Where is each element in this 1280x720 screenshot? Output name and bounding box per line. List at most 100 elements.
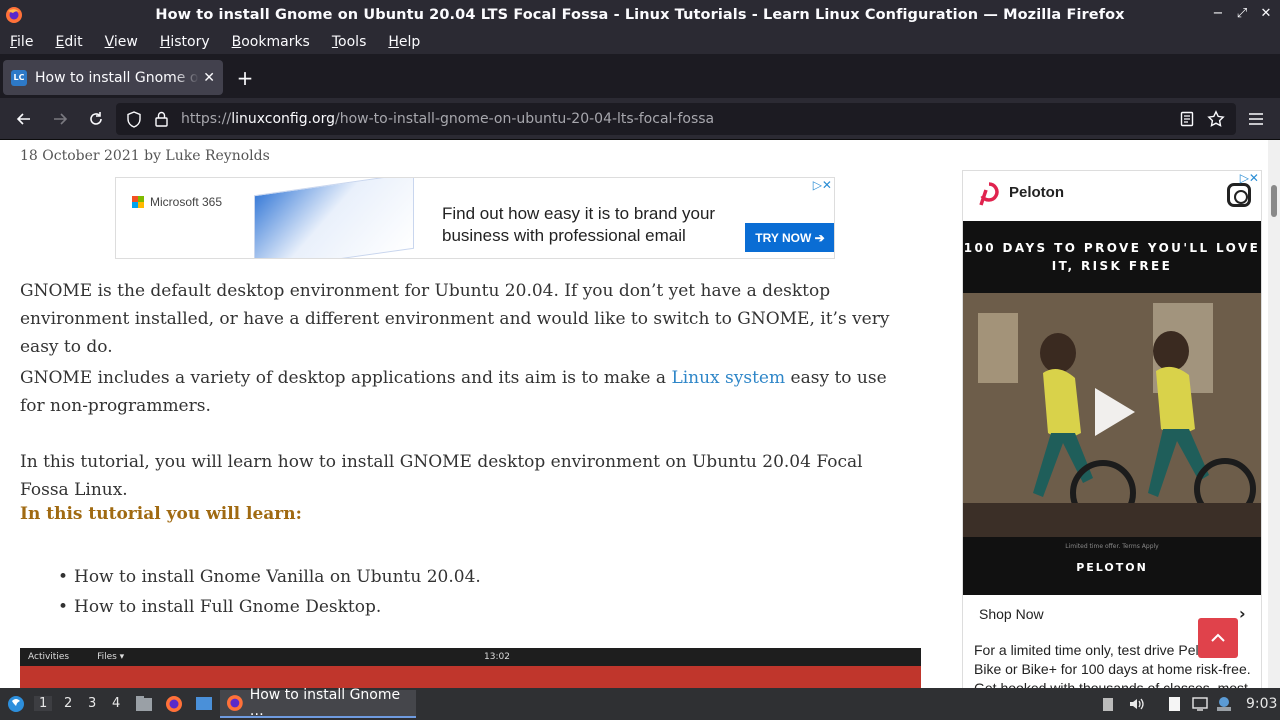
- reader-view-icon[interactable]: [1180, 111, 1194, 127]
- volume-icon[interactable]: [1128, 696, 1144, 712]
- list-item: How to install Gnome Vanilla on Ubuntu 2…: [58, 562, 481, 592]
- nav-bar: https://linuxconfig.org/how-to-install-g…: [0, 98, 1280, 140]
- microsoft-logo: Microsoft 365: [132, 195, 222, 209]
- tab-label: How to install Gnome on Ubuntu 20.04 LTS…: [35, 69, 199, 86]
- url-scheme: https://: [181, 111, 232, 127]
- reload-icon: [90, 112, 102, 125]
- notes-icon[interactable]: [1166, 696, 1182, 712]
- page-scrollbar[interactable]: [1268, 140, 1280, 688]
- intro-paragraph: GNOME is the default desktop environment…: [20, 281, 890, 357]
- list-item: How to install Full Gnome Desktop.: [58, 592, 481, 622]
- file-manager-icon[interactable]: [134, 694, 154, 714]
- screenshot-time: 13:02: [484, 652, 510, 662]
- gnome-paragraph-text: GNOME includes a variety of desktop appl…: [20, 368, 672, 388]
- clipboard-icon[interactable]: [1100, 696, 1116, 712]
- adchoices-icon[interactable]: ▷✕: [813, 178, 832, 192]
- screenshot-desktop: [20, 666, 921, 688]
- shop-now-link[interactable]: Shop Now: [979, 606, 1044, 622]
- taskbar-firefox-window[interactable]: How to install Gnome …: [220, 687, 416, 719]
- chevron-right-icon[interactable]: ›: [1239, 604, 1246, 623]
- adchoices-icon[interactable]: ▷✕: [1240, 171, 1259, 185]
- ad-promo-line1: 100 DAYS TO PROVE YOU'LL LOVE: [963, 241, 1261, 255]
- menu-bookmarks[interactable]: Bookmarks: [232, 34, 310, 50]
- hamburger-menu-icon: [1249, 113, 1263, 125]
- firefox-icon: [226, 695, 243, 711]
- ad-cta-button[interactable]: TRY NOW ➔: [745, 223, 834, 252]
- app-menu-button[interactable]: [1245, 108, 1267, 130]
- url-path: /how-to-install-gnome-on-ubuntu-20-04-lt…: [335, 111, 715, 127]
- menu-history[interactable]: History: [160, 34, 210, 50]
- workspace-3[interactable]: 3: [88, 696, 96, 711]
- menu-bar: File Edit View History Bookmarks Tools H…: [0, 30, 1280, 54]
- menu-file[interactable]: File: [10, 34, 33, 50]
- tutorial-paragraph: In this tutorial, you will learn how to …: [20, 452, 863, 500]
- workspace-1[interactable]: 1: [34, 696, 53, 711]
- play-icon[interactable]: [1095, 388, 1135, 436]
- ad-logo-text: PELOTON: [1076, 561, 1148, 574]
- gnome-paragraph: GNOME includes a variety of desktop appl…: [20, 364, 910, 420]
- microsoft-squares-icon: [132, 196, 144, 208]
- forward-button[interactable]: [49, 108, 71, 130]
- ad-video[interactable]: 100 DAYS TO PROVE YOU'LL LOVE IT, RISK F…: [963, 221, 1261, 595]
- ad-headline-line1: Find out how easy it is to brand your: [442, 204, 716, 223]
- close-window-button[interactable]: ✕: [1260, 6, 1272, 21]
- maximize-button[interactable]: ⤢: [1236, 6, 1248, 21]
- firefox-launcher-icon[interactable]: [164, 694, 184, 714]
- shield-icon[interactable]: [126, 111, 142, 128]
- reload-button[interactable]: [85, 108, 107, 130]
- ad-fine-print: Limited time offer. Terms Apply: [1065, 543, 1159, 550]
- learn-heading: In this tutorial you will learn:: [20, 504, 302, 524]
- url-host: linuxconfig.org: [231, 111, 336, 127]
- scroll-to-top-button[interactable]: [1198, 618, 1238, 658]
- screenshot-files: Files ▾: [97, 652, 125, 662]
- menu-edit[interactable]: Edit: [55, 34, 82, 50]
- tab-active[interactable]: LC How to install Gnome on Ubuntu 20.04 …: [3, 60, 223, 95]
- site-favicon-icon: LC: [11, 69, 27, 86]
- system-taskbar: 1 2 3 4 How to install Gnome … 9:03: [0, 687, 1280, 720]
- lock-icon[interactable]: [154, 111, 169, 127]
- workspace-4[interactable]: 4: [112, 696, 120, 711]
- notification-icon[interactable]: [1216, 696, 1232, 712]
- ad-promo: 100 DAYS TO PROVE YOU'LL LOVE IT, RISK F…: [963, 239, 1261, 275]
- banner-ad[interactable]: Microsoft 365 Find out how easy it is to…: [115, 177, 835, 259]
- learn-list: How to install Gnome Vanilla on Ubuntu 2…: [58, 562, 481, 622]
- menu-view[interactable]: View: [105, 34, 138, 50]
- menu-help[interactable]: Help: [388, 34, 420, 50]
- new-tab-button[interactable]: +: [234, 66, 256, 90]
- url-bar[interactable]: https://linuxconfig.org/how-to-install-g…: [116, 103, 1236, 135]
- linux-system-link[interactable]: Linux system: [671, 368, 785, 388]
- back-button[interactable]: [13, 108, 35, 130]
- ad-brand: Microsoft 365: [150, 195, 223, 209]
- ad-side-brand: Peloton: [1009, 184, 1064, 201]
- system-clock[interactable]: 9:03: [1246, 696, 1277, 712]
- desktop-icon[interactable]: [194, 694, 214, 714]
- ad-headline: Find out how easy it is to brand your bu…: [442, 203, 715, 247]
- chevron-up-icon: [1211, 633, 1225, 642]
- window-title: How to install Gnome on Ubuntu 20.04 LTS…: [155, 7, 1125, 23]
- instagram-icon[interactable]: [1227, 183, 1251, 207]
- menu-tools[interactable]: Tools: [332, 34, 367, 50]
- window-titlebar: How to install Gnome on Ubuntu 20.04 LTS…: [0, 0, 1280, 30]
- sidebar-ad[interactable]: Peloton ▷✕ 100 DAYS TO PROVE YOU'LL LOVE…: [962, 170, 1262, 688]
- workspace-2[interactable]: 2: [64, 696, 72, 711]
- minimize-button[interactable]: −: [1212, 6, 1224, 21]
- url-text[interactable]: https://linuxconfig.org/how-to-install-g…: [181, 111, 714, 127]
- page-content: 18 October 2021 by Luke Reynolds Microso…: [0, 140, 1268, 688]
- email-mockup-image: [254, 178, 414, 258]
- taskbar-task-label: How to install Gnome …: [249, 687, 401, 719]
- article-byline: 18 October 2021 by Luke Reynolds: [20, 148, 270, 164]
- article-screenshot: Activities Files ▾ 13:02: [20, 648, 921, 688]
- scrollbar-thumb[interactable]: [1271, 185, 1277, 217]
- tab-close-icon[interactable]: ✕: [203, 70, 215, 86]
- arrow-left-icon: [16, 113, 30, 125]
- ad-headline-line2: business with professional email: [442, 226, 686, 245]
- arrow-right-icon: [54, 113, 68, 125]
- bookmark-star-icon[interactable]: [1207, 110, 1225, 128]
- tab-bar: LC How to install Gnome on Ubuntu 20.04 …: [0, 56, 1280, 98]
- peloton-logo-icon: [979, 182, 999, 206]
- ad-promo-line2: IT, RISK FREE: [1051, 259, 1173, 273]
- display-icon[interactable]: [1192, 696, 1208, 712]
- firefox-icon[interactable]: [5, 6, 23, 24]
- screenshot-activities: Activities: [28, 652, 70, 662]
- start-menu-icon[interactable]: [6, 694, 26, 714]
